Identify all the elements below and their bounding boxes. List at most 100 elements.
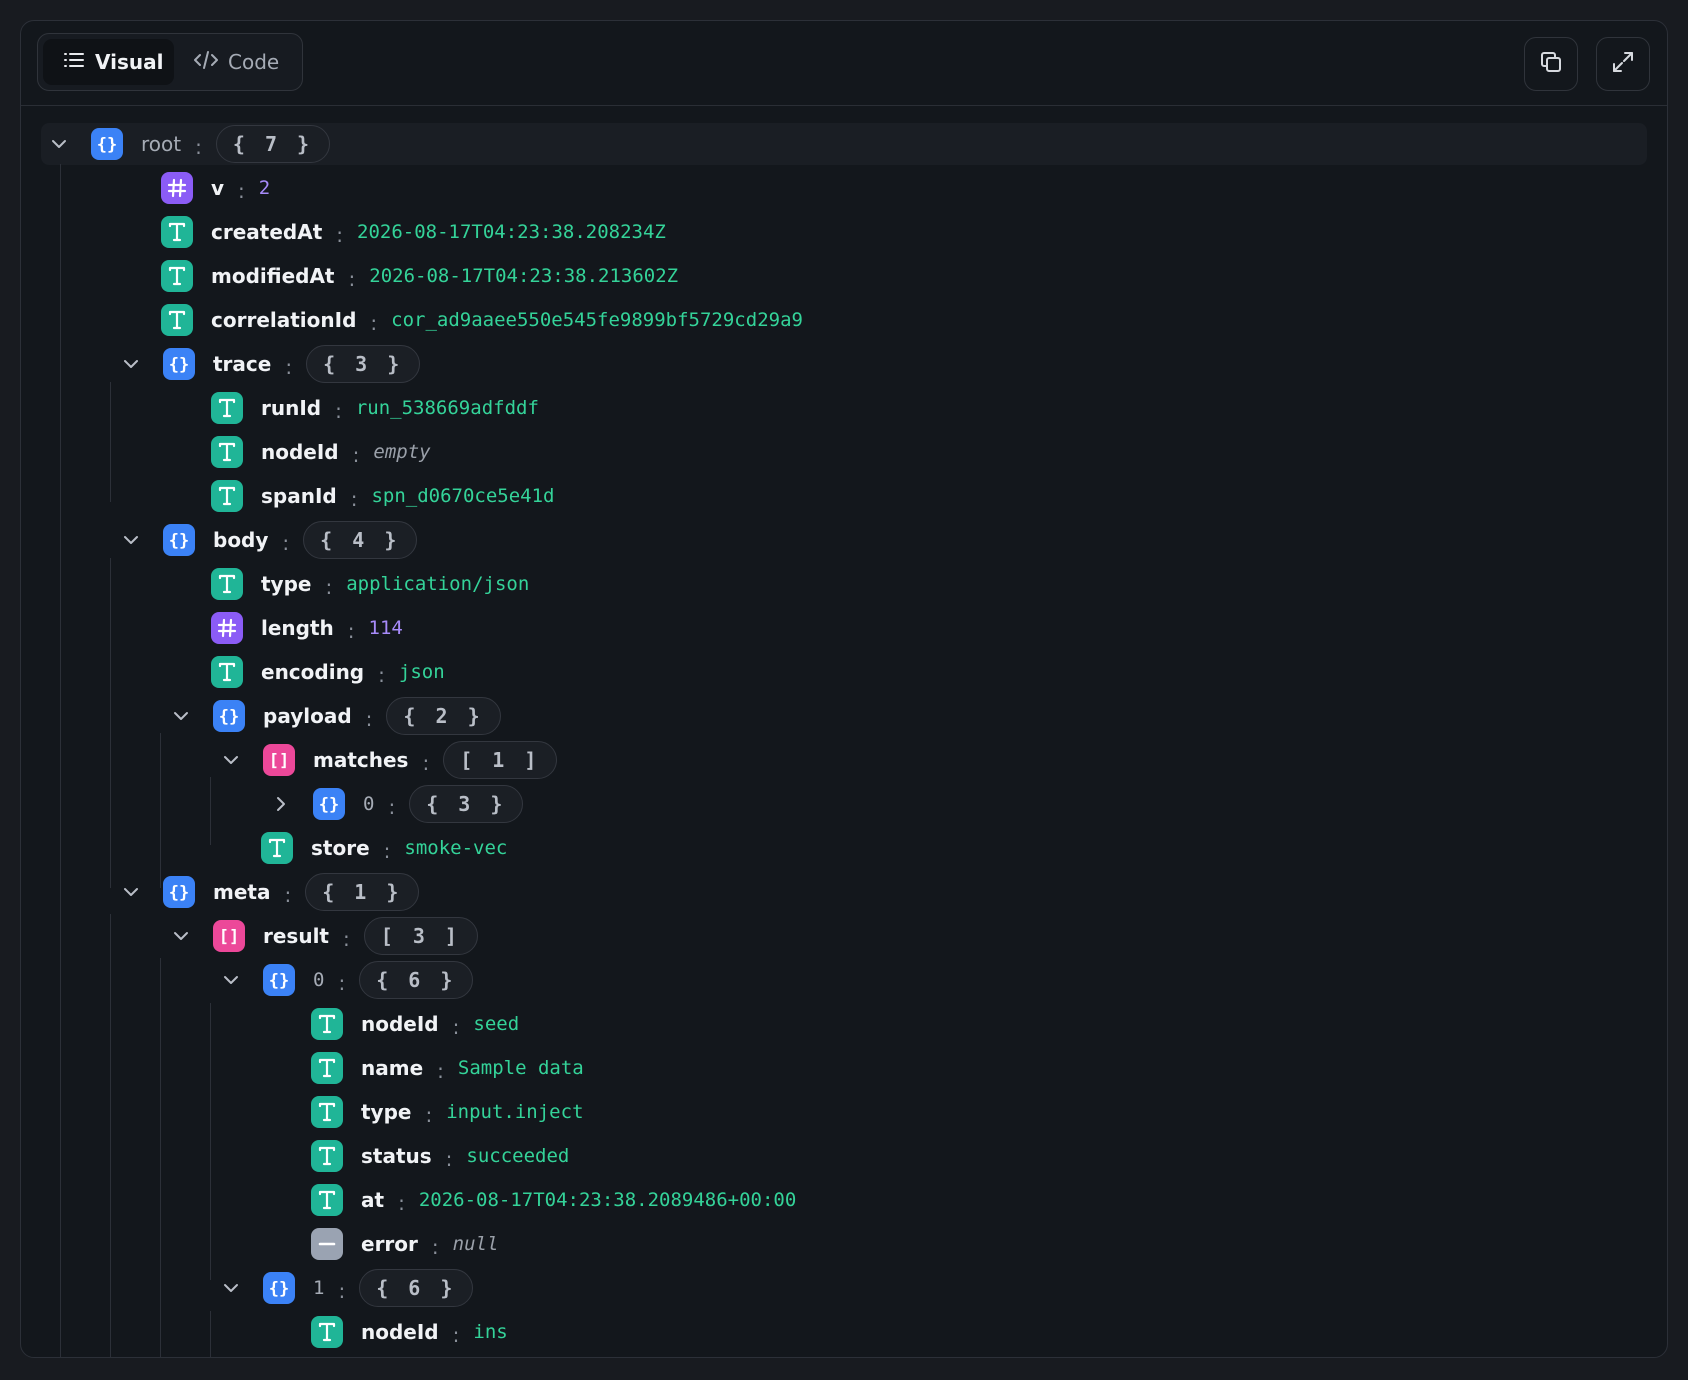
node-key: payload: [263, 704, 352, 728]
tree-node-result0-type[interactable]: type : input.inject: [311, 1090, 584, 1134]
child-count-badge: { 3 }: [409, 785, 524, 823]
tree-node-result0-status[interactable]: status : succeeded: [311, 1134, 569, 1178]
indent-guide-result: [160, 958, 161, 1357]
tree-node-trace[interactable]: {} trace : { 3 }: [121, 342, 421, 386]
node-key: length: [261, 616, 334, 640]
object-type-icon: {}: [313, 788, 345, 820]
toolbar: Visual Code: [21, 21, 1667, 106]
colon: :: [352, 443, 360, 467]
object-type-icon: {}: [91, 128, 123, 160]
tree-node-correlationId[interactable]: correlationId : cor_ad9aaee550e545fe9899…: [161, 298, 803, 342]
node-value: input.inject: [446, 1101, 584, 1123]
string-type-icon: [211, 436, 243, 468]
chevron-down-icon[interactable]: [221, 1278, 241, 1298]
child-count-badge: { 6 }: [359, 961, 474, 999]
svg-text:{}: {}: [169, 355, 189, 375]
node-key: v: [211, 176, 225, 200]
node-key: root: [141, 132, 182, 156]
tree-node-result1-nodeId[interactable]: nodeId : ins: [311, 1310, 508, 1354]
tree-node-type[interactable]: type : application/json: [211, 562, 529, 606]
svg-text:[]: []: [219, 927, 239, 947]
indent-guide-payload: [160, 733, 161, 888]
node-key: result: [263, 924, 329, 948]
node-value: spn_d0670ce5e41d: [371, 485, 555, 507]
colon: :: [348, 267, 356, 291]
node-value-null: null: [452, 1233, 499, 1255]
child-count-badge: { 7 }: [215, 125, 331, 163]
colon: :: [452, 1323, 460, 1347]
node-key: meta: [213, 880, 271, 904]
svg-text:{}: {}: [319, 795, 339, 815]
expand-button[interactable]: [1596, 37, 1650, 91]
tree-node-result0-nodeId[interactable]: nodeId : seed: [311, 1002, 519, 1046]
colon: :: [398, 1191, 405, 1215]
chevron-down-icon[interactable]: [121, 530, 141, 550]
child-count-badge: { 4 }: [303, 521, 418, 559]
tree-node-matches[interactable]: [] matches : [ 1 ]: [221, 738, 558, 782]
tree-node-result0-error[interactable]: error : null: [311, 1222, 498, 1266]
tree-node-result-0[interactable]: {} 0 : { 6 }: [221, 958, 474, 1002]
tree-node-payload[interactable]: {} payload : { 2 }: [171, 694, 501, 738]
tree-node-body[interactable]: {} body : { 4 }: [121, 518, 418, 562]
chevron-down-icon[interactable]: [171, 706, 191, 726]
tab-visual-label: Visual: [95, 50, 164, 74]
code-icon: [194, 49, 228, 76]
tab-code[interactable]: Code: [180, 39, 298, 85]
tree-node-result-1[interactable]: {} 1 : { 6 }: [221, 1266, 474, 1310]
node-value: application/json: [346, 573, 530, 595]
object-type-icon: {}: [263, 964, 295, 996]
colon: :: [285, 355, 293, 379]
node-key: encoding: [261, 660, 365, 684]
string-type-icon: [261, 832, 293, 864]
tree-node-result[interactable]: [] result : [ 3 ]: [171, 914, 478, 958]
tree-node-modifiedAt[interactable]: modifiedAt : 2026-08-17T04:23:38.213602Z: [161, 254, 678, 298]
string-type-icon: [161, 304, 193, 336]
tree-node-nodeId[interactable]: nodeId : empty: [211, 430, 431, 474]
tree-node-result0-name[interactable]: name : Sample data: [311, 1046, 584, 1090]
node-key: name: [361, 1056, 424, 1080]
colon: :: [335, 399, 342, 423]
tree-node-createdAt[interactable]: createdAt : 2026-08-17T04:23:38.208234Z: [161, 210, 666, 254]
node-key: nodeId: [261, 440, 339, 464]
number-type-icon: [161, 172, 193, 204]
node-value: 114: [368, 617, 403, 639]
chevron-down-icon[interactable]: [121, 354, 141, 374]
json-tree: {} root : { 7 } v : 2 createdAt : 2026-0…: [21, 105, 1667, 1357]
object-type-icon: {}: [163, 348, 195, 380]
tree-node-v[interactable]: v : 2: [161, 166, 270, 210]
svg-text:{}: {}: [269, 971, 289, 991]
node-key: body: [213, 528, 269, 552]
chevron-down-icon[interactable]: [221, 750, 241, 770]
node-value: 2026-08-17T04:23:38.2089486+00:00: [418, 1189, 797, 1211]
svg-text:[]: []: [269, 751, 289, 771]
json-viewer-panel: Visual Code {} root: {7} v: 2 create…: [20, 20, 1668, 1358]
node-value: seed: [473, 1013, 520, 1035]
tree-node-meta[interactable]: {} meta : { 1 }: [121, 870, 420, 914]
tree-node-store[interactable]: store : smoke-vec: [261, 826, 507, 870]
node-key: type: [261, 572, 312, 596]
chevron-right-icon[interactable]: [271, 794, 291, 814]
copy-button[interactable]: [1524, 37, 1578, 91]
node-value-empty: empty: [373, 441, 431, 463]
string-type-icon: [311, 1008, 343, 1040]
tree-node-root[interactable]: {} root : { 7 }: [49, 122, 331, 166]
node-key: error: [361, 1232, 418, 1256]
node-key: matches: [313, 748, 409, 772]
tab-visual[interactable]: Visual: [43, 39, 174, 85]
tree-node-result0-at[interactable]: at : 2026-08-17T04:23:38.2089486+00:00: [311, 1178, 796, 1222]
string-type-icon: [211, 568, 243, 600]
chevron-down-icon[interactable]: [121, 882, 141, 902]
svg-text:{}: {}: [169, 531, 189, 551]
child-count-badge: { 6 }: [359, 1269, 474, 1307]
chevron-down-icon[interactable]: [49, 134, 69, 154]
tree-node-runId[interactable]: runId : run_538669adfddf: [211, 386, 539, 430]
tree-node-matches-0[interactable]: {} 0 : { 3 }: [271, 782, 524, 826]
tree-node-encoding[interactable]: encoding : json: [211, 650, 445, 694]
null-type-icon: [311, 1228, 343, 1260]
chevron-down-icon[interactable]: [171, 926, 191, 946]
chevron-down-icon[interactable]: [221, 970, 241, 990]
colon: :: [336, 223, 344, 247]
node-value: smoke-vec: [404, 837, 508, 859]
tree-node-spanId[interactable]: spanId : spn_d0670ce5e41d: [211, 474, 555, 518]
tree-node-length[interactable]: length : 114: [211, 606, 403, 650]
